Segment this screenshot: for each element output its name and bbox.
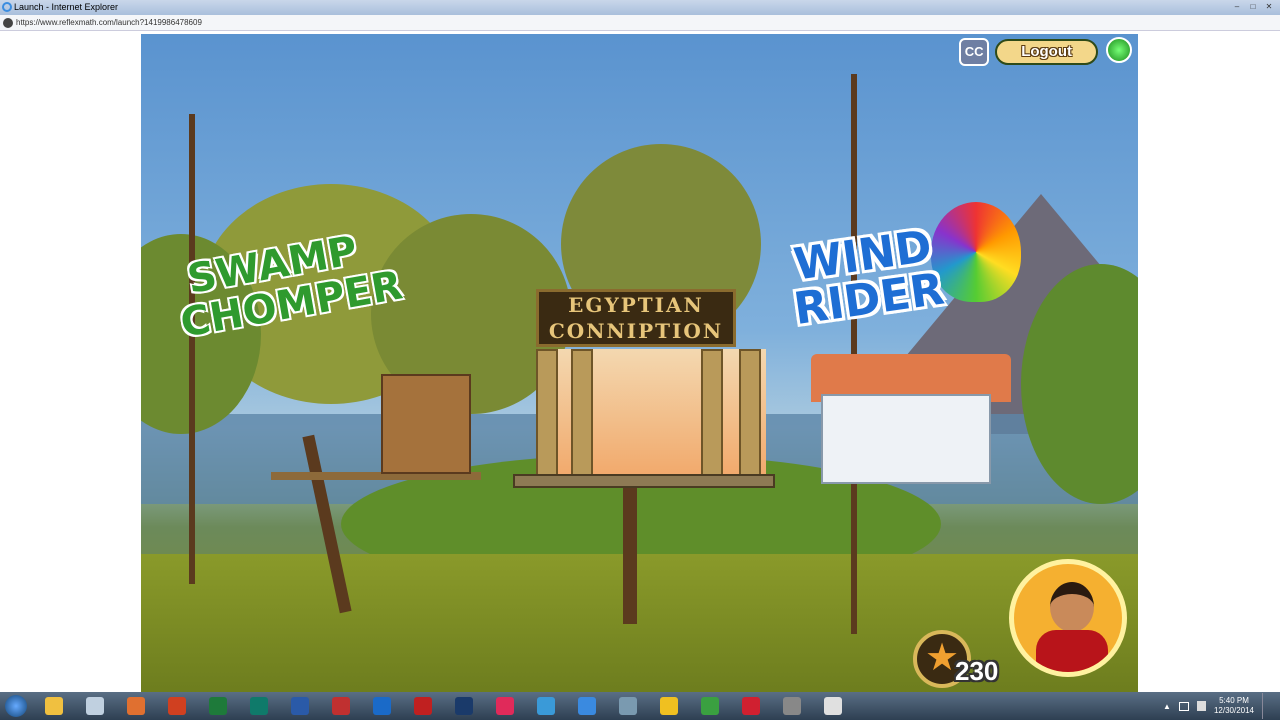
status-indicator-icon bbox=[1106, 37, 1132, 63]
pillar bbox=[536, 349, 558, 479]
egyptian-conniption-logo[interactable]: EGYPTIAN CONNIPTION bbox=[536, 289, 736, 347]
clock[interactable]: 5:40 PM 12/30/2014 bbox=[1214, 696, 1254, 716]
logo-line: EGYPTIAN bbox=[568, 293, 704, 317]
taskbar: ▲ 5:40 PM 12/30/2014 bbox=[0, 692, 1280, 720]
taskbar-app-snipping[interactable] bbox=[609, 693, 647, 719]
windows-logo-icon bbox=[5, 695, 27, 717]
taskbar-app-publisher[interactable] bbox=[240, 693, 278, 719]
taskbar-app-files[interactable] bbox=[527, 693, 565, 719]
egyptian-platform bbox=[513, 474, 775, 488]
window-title: Launch - Internet Explorer bbox=[14, 2, 119, 12]
taskbar-app-word[interactable] bbox=[281, 693, 319, 719]
pillar bbox=[571, 349, 593, 479]
camtasia-icon bbox=[701, 697, 719, 715]
itunes-icon bbox=[496, 697, 514, 715]
wind-rider-house[interactable] bbox=[821, 394, 991, 484]
taskbar-app-camtasia[interactable] bbox=[691, 693, 729, 719]
ie-icon bbox=[2, 2, 12, 12]
photoshop-icon bbox=[455, 697, 473, 715]
taskbar-app-acrobat[interactable] bbox=[404, 693, 442, 719]
files-icon bbox=[537, 697, 555, 715]
snipping-icon bbox=[619, 697, 637, 715]
minimize-button[interactable]: – bbox=[1230, 1, 1244, 12]
system-tray: ▲ 5:40 PM 12/30/2014 bbox=[1163, 692, 1270, 720]
taskbar-app-outlook[interactable] bbox=[363, 693, 401, 719]
taskbar-app-powerpoint[interactable] bbox=[158, 693, 196, 719]
publisher-icon bbox=[250, 697, 268, 715]
close-button[interactable]: ✕ bbox=[1262, 1, 1276, 12]
network-icon[interactable] bbox=[1178, 701, 1189, 711]
tree-trunk bbox=[623, 484, 637, 624]
internet-explorer-icon bbox=[578, 697, 596, 715]
itunes-2-icon bbox=[742, 697, 760, 715]
avatar-face bbox=[1050, 582, 1094, 632]
address-bar[interactable]: https://www.reflexmath.com/launch?141998… bbox=[0, 15, 1280, 31]
taskbar-app-app-red[interactable] bbox=[322, 693, 360, 719]
window-title-bar: Launch - Internet Explorer – □ ✕ bbox=[0, 0, 1280, 15]
excel-icon bbox=[209, 697, 227, 715]
action-center-flag-icon[interactable] bbox=[1196, 701, 1206, 711]
powerpoint-icon bbox=[168, 697, 186, 715]
taskbar-app-internet-explorer[interactable] bbox=[568, 693, 606, 719]
swamp-treehouse[interactable] bbox=[381, 374, 471, 474]
tree-trunk bbox=[189, 114, 195, 584]
taskbar-app-itunes-2[interactable] bbox=[732, 693, 770, 719]
site-icon bbox=[3, 18, 13, 28]
app-yellow-icon bbox=[660, 697, 678, 715]
clock-date: 12/30/2014 bbox=[1213, 706, 1254, 715]
closed-captions-button[interactable]: CC bbox=[959, 38, 990, 66]
taskbar-app-app-yellow[interactable] bbox=[650, 693, 688, 719]
show-hidden-icons-button[interactable]: ▲ bbox=[1163, 702, 1171, 711]
game-canvas[interactable]: SWAMP CHOMPER EGYPTIAN CONNIPTION WIND R… bbox=[141, 34, 1138, 692]
logout-button[interactable]: Logout bbox=[995, 39, 1098, 65]
acrobat-icon bbox=[414, 697, 432, 715]
maximize-button[interactable]: □ bbox=[1246, 1, 1260, 12]
outlook-icon bbox=[373, 697, 391, 715]
logo-line: CONNIPTION bbox=[548, 319, 724, 343]
pillar bbox=[739, 349, 761, 479]
taskbar-app-firefox[interactable] bbox=[117, 693, 155, 719]
word-icon bbox=[291, 697, 309, 715]
start-button[interactable] bbox=[0, 692, 32, 720]
avatar[interactable] bbox=[1009, 559, 1127, 677]
show-desktop-button[interactable] bbox=[1262, 693, 1270, 719]
taskbar-app-camtasia-recorder[interactable] bbox=[814, 693, 852, 719]
explorer-icon bbox=[45, 697, 63, 715]
settings-icon bbox=[783, 697, 801, 715]
taskbar-app-paint[interactable] bbox=[76, 693, 114, 719]
taskbar-app-explorer[interactable] bbox=[35, 693, 73, 719]
avatar-body bbox=[1036, 630, 1108, 672]
url-text[interactable]: https://www.reflexmath.com/launch?141998… bbox=[16, 18, 202, 27]
logout-label: Logout bbox=[1021, 43, 1072, 60]
taskbar-app-settings[interactable] bbox=[773, 693, 811, 719]
taskbar-app-excel[interactable] bbox=[199, 693, 237, 719]
star-score: 230 bbox=[955, 656, 999, 686]
taskbar-app-itunes[interactable] bbox=[486, 693, 524, 719]
clock-time: 5:40 PM bbox=[1219, 696, 1249, 705]
paint-icon bbox=[86, 697, 104, 715]
taskbar-app-photoshop[interactable] bbox=[445, 693, 483, 719]
pillar bbox=[701, 349, 723, 479]
app-red-icon bbox=[332, 697, 350, 715]
camtasia-recorder-icon bbox=[824, 697, 842, 715]
firefox-icon bbox=[127, 697, 145, 715]
